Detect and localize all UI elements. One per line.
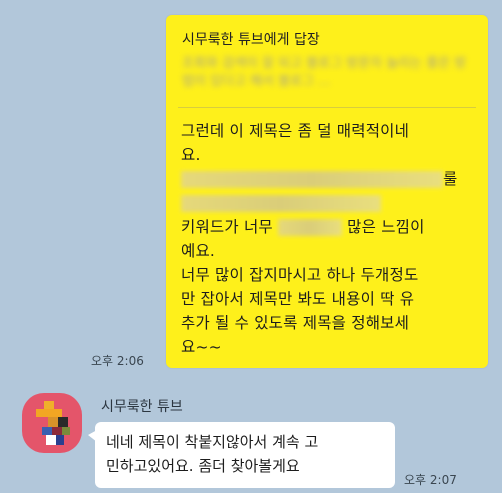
quoted-message-preview[interactable]: 조회와 검색이 잘 되고 블로그 방문자 늘리는 좋은 방법이 있다고 해서 블… xyxy=(182,55,472,95)
incoming-timestamp: 오후 2:07 xyxy=(404,473,457,487)
avatar-pixel xyxy=(46,435,56,445)
avatar-pixel xyxy=(52,427,62,435)
avatar-pixel xyxy=(62,427,70,435)
message-line: 만 잡아서 제목만 봐도 내용이 딱 유 xyxy=(181,290,415,308)
message-line: 그런데 이 제목은 좀 덜 매력적이네 xyxy=(181,122,410,140)
avatar-pixel xyxy=(42,427,52,435)
message-line-redacted xyxy=(181,191,477,215)
message-line-redacted: 룰 xyxy=(181,167,477,191)
avatar-pixel xyxy=(36,409,62,417)
message-line: 요. xyxy=(181,146,201,164)
avatar-pixel xyxy=(58,417,68,427)
outgoing-timestamp: 오후 2:06 xyxy=(91,354,144,368)
avatar-pixel-art xyxy=(44,401,54,409)
message-line: 키워드가 너무 많은 느낌이 xyxy=(181,218,425,236)
sender-avatar[interactable] xyxy=(22,393,82,453)
incoming-message-text: 네네 제목이 착붙지않아서 계속 고 민하고있어요. 좀더 찾아볼게요 xyxy=(106,430,392,478)
redacted-text xyxy=(278,219,343,236)
message-line: 추가 될 수 있도록 제목을 정해보세 xyxy=(181,314,410,332)
message-line: 네네 제목이 착붙지않아서 계속 고 xyxy=(106,433,319,451)
outgoing-message-text: 그런데 이 제목은 좀 덜 매력적이네 요. 룰 키워드가 너무 많은 느낌이 … xyxy=(181,119,477,359)
redacted-text xyxy=(181,171,443,188)
message-line: 예요. xyxy=(181,242,216,260)
avatar-pixel xyxy=(48,417,58,427)
reply-header: 시무룩한 튜브에게 답장 xyxy=(182,32,320,48)
message-line: 요~~ xyxy=(181,338,222,356)
reply-divider xyxy=(178,107,476,108)
incoming-message-bubble[interactable]: 네네 제목이 착붙지않아서 계속 고 민하고있어요. 좀더 찾아볼게요 xyxy=(88,422,395,488)
redacted-text xyxy=(181,195,381,212)
avatar-pixel xyxy=(56,435,64,445)
sender-name: 시무룩한 튜브 xyxy=(101,399,183,415)
message-line: 민하고있어요. 좀더 찾아볼게요 xyxy=(106,457,300,475)
outgoing-message-bubble[interactable]: 시무룩한 튜브에게 답장 조회와 검색이 잘 되고 블로그 방문자 늘리는 좋은… xyxy=(166,15,488,368)
message-line: 너무 많이 잡지마시고 하나 두개정도 xyxy=(181,266,419,284)
